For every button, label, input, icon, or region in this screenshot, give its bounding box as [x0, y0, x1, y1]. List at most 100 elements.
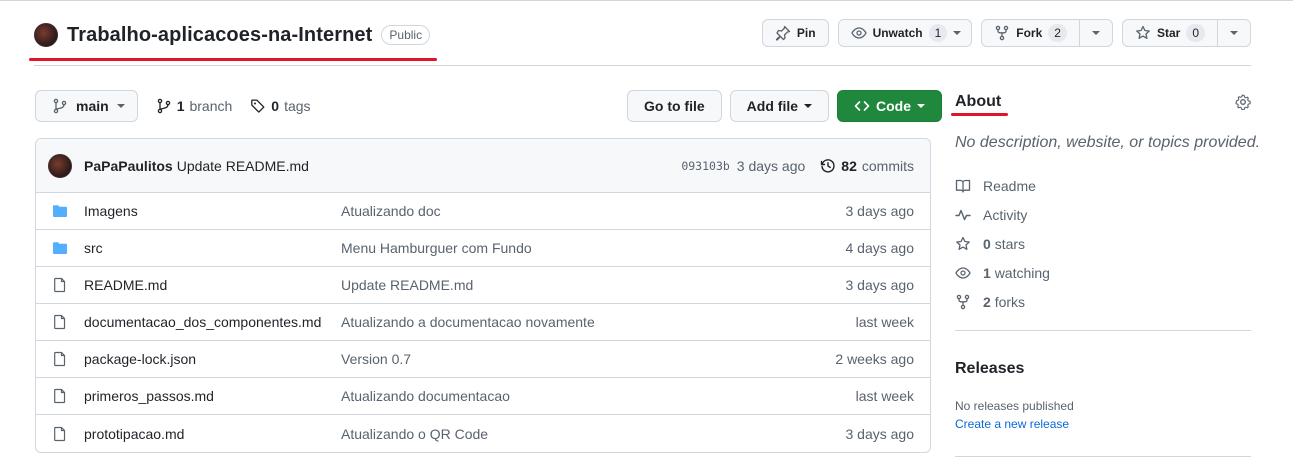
commit-author-avatar[interactable] — [48, 153, 72, 178]
file-row[interactable]: src Menu Hamburguer com Fundo 4 days ago — [36, 230, 930, 267]
file-commit-message-link[interactable]: Atualizando a documentacao novamente — [341, 314, 595, 330]
file-row[interactable]: prototipacao.md Atualizando o QR Code 3 da… — [36, 415, 930, 452]
watching-word: watching — [994, 264, 1050, 281]
file-icon — [52, 277, 68, 293]
file-row[interactable]: Imagens Atualizando doc 3 days ago — [36, 193, 930, 230]
visibility-badge: Public — [381, 25, 431, 45]
repo-actions: Pin Unwatch 1 Fork 2 Star 0 — [761, 19, 1251, 47]
file-name-link[interactable]: Imagens — [84, 203, 341, 219]
pin-icon — [775, 25, 791, 41]
file-commit-message-link[interactable]: Atualizando doc — [341, 203, 441, 219]
fork-dropdown[interactable] — [1078, 20, 1112, 46]
stars-word: stars — [994, 235, 1026, 252]
file-commit-message-link[interactable]: Update README.md — [341, 277, 473, 293]
commit-time: 3 days ago — [736, 157, 806, 174]
commit-sha-link[interactable]: 093103b — [681, 159, 729, 173]
pin-button[interactable]: Pin — [761, 19, 829, 47]
file-icon — [52, 314, 68, 330]
code-label: Code — [876, 98, 912, 114]
about-description: No description, website, or topics provi… — [955, 134, 1261, 151]
fork-count: 2 — [1048, 24, 1067, 42]
code-icon — [854, 101, 870, 111]
file-row[interactable]: documentacao_dos_componentes.md Atualizan… — [36, 304, 930, 341]
branches-link[interactable]: 1 branch — [156, 98, 232, 114]
file-commit-message-link[interactable]: Menu Hamburguer com Fundo — [341, 240, 532, 256]
create-release-link[interactable]: Create a new release — [955, 417, 1069, 431]
file-row[interactable]: primeros_passos.md Atualizando documentac… — [36, 378, 930, 415]
folder-icon — [52, 203, 68, 219]
stars-link[interactable]: 0 stars — [955, 229, 1050, 258]
add-file-button[interactable]: Add file — [729, 90, 830, 122]
commit-author-link[interactable]: PaPaPaulitos — [84, 158, 173, 174]
chevron-down-icon — [1230, 31, 1238, 35]
file-commit-date: 2 weeks ago — [835, 351, 914, 367]
watching-count: 1 — [983, 264, 991, 281]
go-to-file-label: Go to file — [644, 98, 705, 114]
file-name-link[interactable]: prototipacao.md — [84, 426, 341, 442]
tags-link[interactable]: 0 tags — [250, 98, 311, 114]
file-name-link[interactable]: README.md — [84, 277, 341, 293]
commit-count: 82 — [841, 157, 857, 174]
watching-link[interactable]: 1 watching — [955, 258, 1050, 287]
go-to-file-button[interactable]: Go to file — [627, 90, 722, 122]
stars-count: 0 — [983, 235, 991, 252]
chevron-down-icon — [1091, 31, 1100, 35]
branch-count: 1 — [176, 98, 185, 114]
file-row[interactable]: README.md Update README.md 3 days ago — [36, 267, 930, 304]
file-commit-date: last week — [855, 314, 914, 330]
star-count: 0 — [1186, 24, 1205, 42]
activity-label: Activity — [983, 206, 1028, 223]
file-list: Imagens Atualizando doc 3 days ago src Menu … — [36, 193, 930, 452]
branch-selector[interactable]: main — [35, 90, 138, 122]
fork-label: Fork — [1016, 26, 1043, 40]
fork-button[interactable]: Fork 2 — [981, 19, 1113, 47]
pin-label: Pin — [796, 26, 816, 40]
star-dropdown[interactable] — [1217, 20, 1250, 46]
repo-name-link[interactable]: Trabalho-aplicacoes-na-Internet — [67, 24, 372, 47]
fork-icon — [996, 25, 1009, 41]
commit-message-link[interactable]: Update README.md — [177, 158, 309, 174]
file-commit-date: 3 days ago — [845, 203, 915, 219]
code-button[interactable]: Code — [837, 90, 943, 122]
tag-icon — [251, 99, 265, 113]
file-icon — [52, 426, 68, 442]
branch-toolbar: main 1 branch 0 tags — [35, 90, 311, 122]
readme-link[interactable]: Readme — [955, 171, 1050, 200]
add-file-label: Add file — [746, 98, 799, 114]
folder-icon — [52, 240, 68, 256]
file-actions: Go to file Add file Code — [627, 90, 943, 122]
top-border — [0, 0, 1293, 1]
activity-link[interactable]: Activity — [955, 200, 1050, 229]
tags-count: 0 — [271, 98, 280, 114]
commits-link[interactable]: 82 commits — [820, 158, 914, 174]
file-icon — [52, 388, 68, 404]
header-divider — [34, 65, 1251, 66]
file-commit-message-link[interactable]: Atualizando o QR Code — [341, 426, 488, 442]
file-name-link[interactable]: primeros_passos.md — [84, 388, 341, 404]
eye-icon — [850, 27, 867, 39]
book-icon — [955, 179, 971, 193]
sidebar-divider — [955, 330, 1251, 331]
star-button[interactable]: Star 0 — [1121, 19, 1251, 47]
branch-name: main — [76, 98, 109, 114]
owner-avatar[interactable] — [34, 23, 58, 47]
star-icon — [1136, 25, 1150, 39]
file-commit-message-link[interactable]: Version 0.7 — [341, 351, 411, 367]
file-name-link[interactable]: src — [84, 240, 341, 256]
gear-icon[interactable] — [1235, 94, 1251, 110]
tags-word: tags — [284, 98, 311, 114]
watch-label: Unwatch — [872, 26, 923, 40]
commit-word: commits — [861, 157, 914, 174]
file-commit-message-link[interactable]: Atualizando documentacao — [341, 388, 510, 404]
watch-button[interactable]: Unwatch 1 — [837, 19, 973, 47]
file-row[interactable]: package-lock.json Version 0.7 2 weeks ago — [36, 341, 930, 378]
sidebar-divider — [955, 456, 1251, 457]
chevron-down-icon — [804, 104, 813, 108]
no-releases-text: No releases published — [955, 399, 1074, 413]
releases-heading[interactable]: Releases — [955, 360, 1024, 378]
forks-link[interactable]: 2 forks — [955, 287, 1050, 316]
file-name-link[interactable]: documentacao_dos_componentes.md — [84, 314, 341, 330]
star-label: Star — [1156, 26, 1181, 40]
file-name-link[interactable]: package-lock.json — [84, 351, 341, 367]
annotation-underline-about — [951, 113, 1008, 116]
